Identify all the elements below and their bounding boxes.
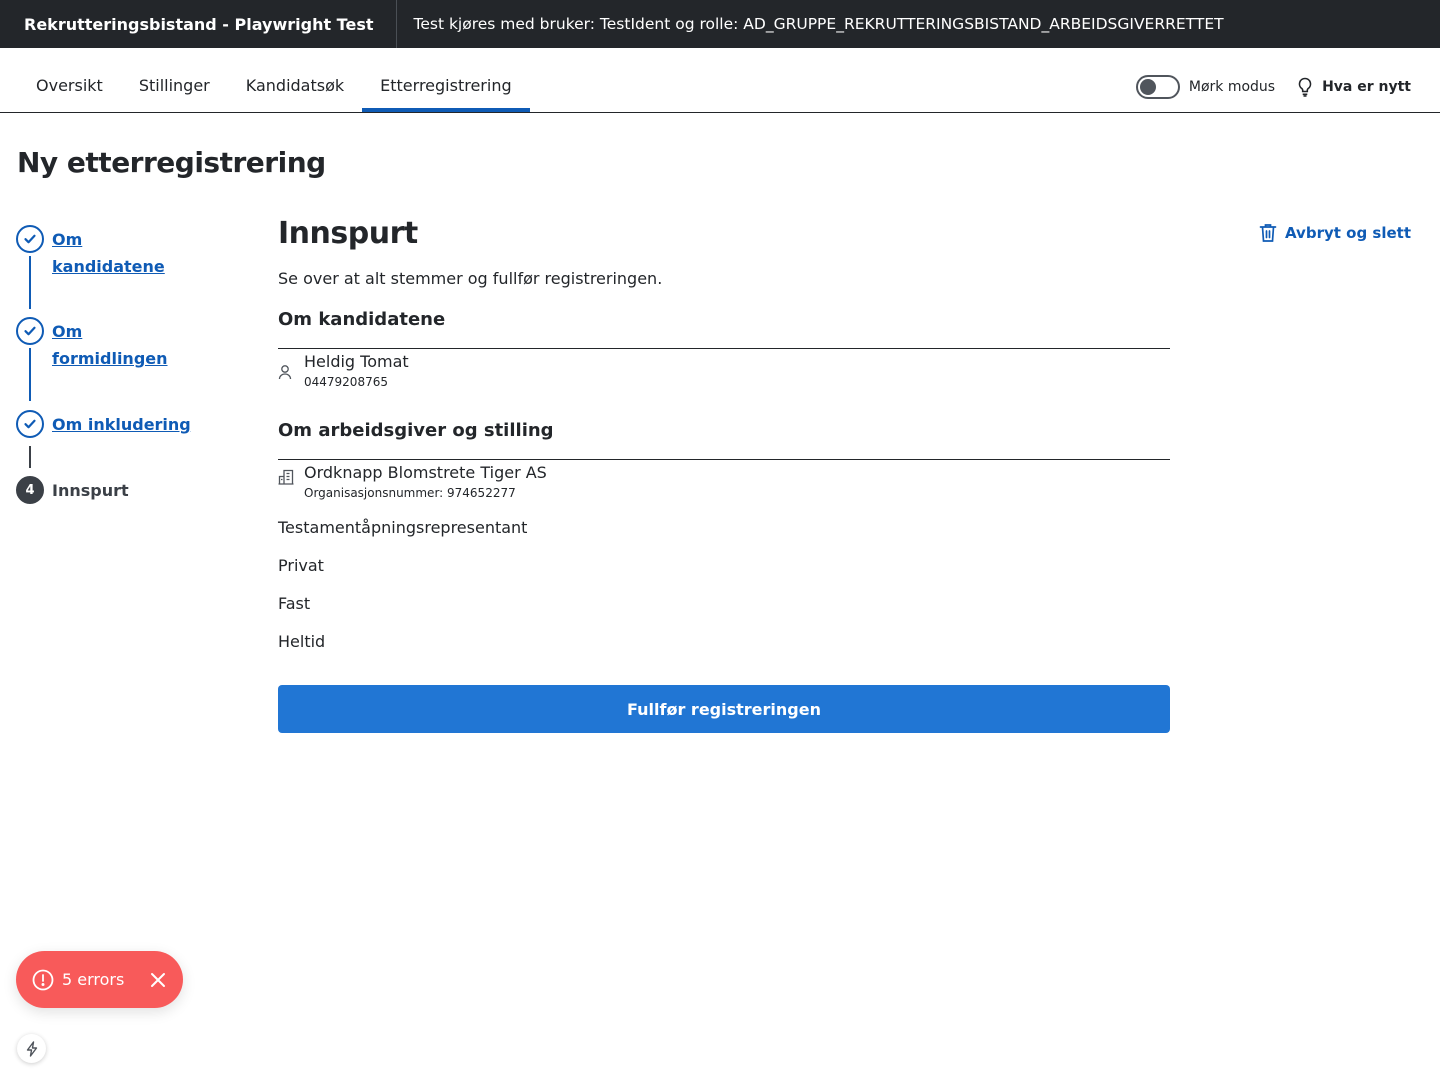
section-heading: Innspurt [278,216,418,251]
trash-icon [1259,224,1277,242]
employer-title: Om arbeidsgiver og stilling [278,420,554,441]
step-label: Innspurt [52,481,129,500]
error-count-label: 5 errors [62,970,125,989]
step-connector [29,446,31,468]
nav-actions: Mørk modus Hva er nytt [1135,48,1411,112]
dark-mode-toggle[interactable] [1135,75,1180,99]
cancel-and-delete-button[interactable]: Avbryt og slett [1259,223,1411,243]
person-icon [278,352,304,389]
nav-tabs: Oversikt Stillinger Kandidatsøk Etterreg… [18,48,530,112]
dark-mode-label: Mørk modus [1188,79,1276,95]
employer-orgnr: Organisasjonsnummer: 974652277 [304,486,516,500]
tab-oversikt[interactable]: Oversikt [18,48,121,112]
top-bar: Rekrutteringsbistand - Playwright Test T… [0,0,1440,48]
check-icon [16,225,44,253]
employer-row: Ordknapp Blomstrete Tiger AS Organisasjo… [278,460,1170,500]
step-label[interactable]: Om kandidatene [52,225,165,280]
main-navigation: Oversikt Stillinger Kandidatsøk Etterreg… [0,48,1440,113]
step-om-inkludering[interactable]: Om inkludering [16,410,191,438]
candidates-title: Om kandidatene [278,309,446,330]
step-om-formidlingen[interactable]: Om formidlingen [16,317,168,372]
test-user-info: Test kjøres med bruker: TestIdent og rol… [413,15,1224,33]
job-title: Testamentåpningsrepresentant [278,518,528,537]
cancel-label: Avbryt og slett [1284,224,1411,242]
tab-etterregistrering[interactable]: Etterregistrering [362,48,530,112]
step-label[interactable]: Om formidlingen [52,317,168,372]
summary-panel: Innspurt Se over at alt stemmer og fullf… [278,216,1170,733]
complete-registration-button[interactable]: Fullfør registreringen [278,685,1170,733]
tab-stillinger[interactable]: Stillinger [121,48,228,112]
close-icon[interactable] [150,972,166,988]
employment-type: Fast [278,594,311,613]
intro-text: Se over at alt stemmer og fullfør regist… [278,269,663,288]
step-innspurt: 4 Innspurt [16,476,129,504]
candidate-id: 04479208765 [304,375,388,389]
toggle-knob [1139,79,1156,95]
step-om-kandidatene[interactable]: Om kandidatene [16,225,165,280]
working-hours: Heltid [278,632,326,651]
lightbulb-icon [1298,77,1312,97]
candidate-name: Heldig Tomat [304,352,409,371]
employer-name: Ordknapp Blomstrete Tiger AS [304,463,547,482]
building-icon [278,463,304,500]
whats-new-label: Hva er nytt [1322,79,1411,95]
alert-icon [32,969,54,990]
tab-kandidatsok[interactable]: Kandidatsøk [228,48,362,112]
step-label[interactable]: Om inkludering [52,410,191,438]
step-number: 4 [16,476,44,504]
app-title[interactable]: Rekrutteringsbistand - Playwright Test [0,0,397,48]
check-icon [16,317,44,345]
error-toast[interactable]: 5 errors [16,951,183,1008]
sector: Privat [278,556,324,575]
whats-new-button[interactable]: Hva er nytt [1297,77,1411,97]
page-title: Ny etterregistrering [17,146,326,179]
check-icon [16,410,44,438]
candidate-row: Heldig Tomat 04479208765 [278,349,1170,389]
bolt-icon[interactable] [17,1034,46,1063]
